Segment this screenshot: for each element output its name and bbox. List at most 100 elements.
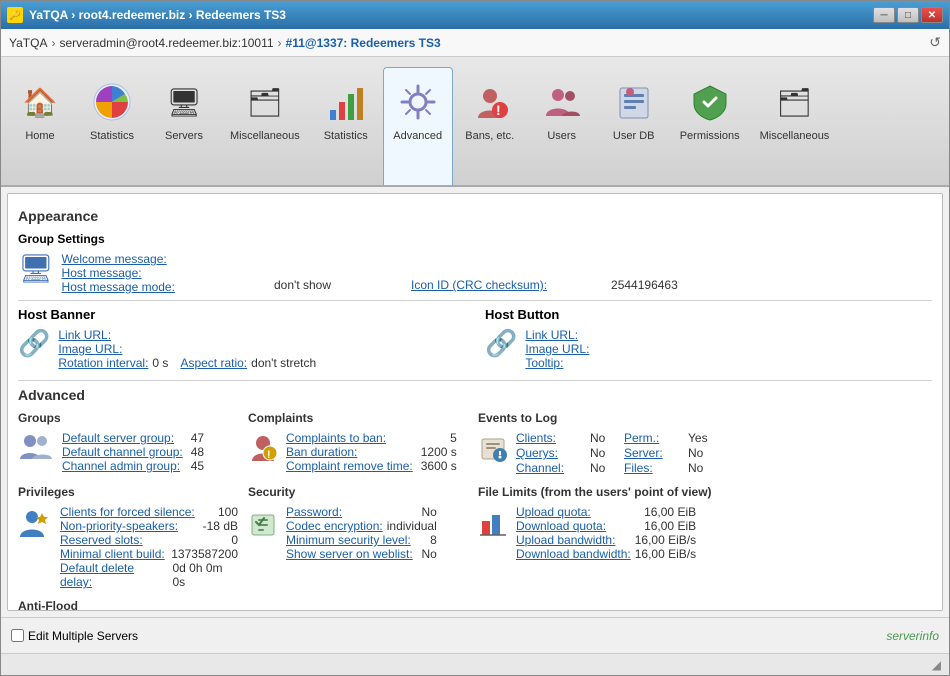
upload-bandwidth-row: Upload bandwidth: 16,00 EiB/s bbox=[516, 533, 696, 547]
button-link-url[interactable]: Link URL: bbox=[525, 328, 578, 342]
perm-value: Yes bbox=[688, 431, 718, 445]
upload-bandwidth-label[interactable]: Upload bandwidth: bbox=[516, 533, 615, 547]
minimal-build-value: 1373587200 bbox=[171, 547, 238, 561]
forced-silence-label[interactable]: Clients for forced silence: bbox=[60, 505, 195, 519]
addr-right: ↺ bbox=[929, 34, 941, 51]
ban-duration-label[interactable]: Ban duration: bbox=[286, 445, 357, 459]
host-message-link[interactable]: Host message: bbox=[62, 266, 142, 280]
default-channel-group-label[interactable]: Default channel group: bbox=[62, 445, 183, 459]
default-server-group-value: 47 bbox=[191, 431, 204, 445]
querys-label[interactable]: Querys: bbox=[516, 446, 586, 460]
anti-flood-title: Anti-Flood bbox=[18, 599, 238, 611]
toolbar-btn-misc2[interactable]: 🗂 Miscellaneous bbox=[751, 67, 839, 185]
button-tooltip[interactable]: Tooltip: bbox=[525, 356, 563, 370]
toolbar-btn-userdb[interactable]: User DB bbox=[599, 67, 669, 185]
addr-nav-icon[interactable]: ↺ bbox=[929, 34, 941, 50]
toolbar-btn-misc1[interactable]: 🗂 Miscellaneous bbox=[221, 67, 309, 185]
upload-bandwidth-value: 16,00 EiB/s bbox=[635, 533, 696, 547]
icon-id-label[interactable]: Icon ID (CRC checksum): bbox=[411, 278, 547, 292]
toolbar-statistics1-label: Statistics bbox=[90, 130, 134, 143]
default-server-group-label[interactable]: Default server group: bbox=[62, 431, 174, 445]
banner-icon: 🔗 bbox=[18, 328, 50, 370]
codec-label[interactable]: Codec encryption: bbox=[286, 519, 383, 533]
statistics1-icon bbox=[88, 78, 136, 126]
button-image-url[interactable]: Image URL: bbox=[525, 342, 589, 356]
banner-rotation-link[interactable]: Rotation interval: bbox=[58, 356, 148, 370]
banner-image-url[interactable]: Image URL: bbox=[58, 342, 122, 356]
events-rows: Clients: No Perm.: Yes Querys: No Server… bbox=[516, 431, 718, 475]
groups-title: Groups bbox=[18, 411, 238, 425]
security-level-label[interactable]: Minimum security level: bbox=[286, 533, 411, 547]
advanced-row1: Groups bbox=[18, 411, 932, 475]
monitor-icon: 🖥 bbox=[18, 252, 54, 285]
toolbar-btn-advanced[interactable]: Advanced bbox=[383, 67, 453, 185]
weblist-label[interactable]: Show server on weblist: bbox=[286, 547, 413, 561]
users-icon bbox=[538, 78, 586, 126]
toolbar-userdb-label: User DB bbox=[613, 130, 655, 143]
group-settings-links: Welcome message: Host message: Host mess… bbox=[62, 252, 175, 294]
non-priority-value: -18 dB bbox=[203, 519, 238, 533]
advanced-title: Advanced bbox=[18, 387, 932, 403]
title-bar: 🔑 YaTQA › root4.redeemer.biz › Redeemers… bbox=[1, 1, 949, 29]
delete-delay-label[interactable]: Default delete delay: bbox=[60, 561, 169, 589]
delete-delay-value: 0d 0h 0m 0s bbox=[173, 561, 239, 589]
download-bandwidth-label[interactable]: Download bandwidth: bbox=[516, 547, 631, 561]
minimize-button[interactable]: ─ bbox=[873, 7, 895, 23]
addr-sep2: › bbox=[278, 36, 282, 50]
channel-admin-group-label[interactable]: Channel admin group: bbox=[62, 459, 180, 473]
banner-link-url[interactable]: Link URL: bbox=[58, 328, 111, 342]
groups-links: Default server group: 47 Default channel… bbox=[62, 431, 204, 474]
minimal-build-label[interactable]: Minimal client build: bbox=[60, 547, 165, 561]
upload-quota-row: Upload quota: 16,00 EiB bbox=[516, 505, 696, 519]
download-quota-label[interactable]: Download quota: bbox=[516, 519, 606, 533]
host-banner-content: 🔗 Link URL: Image URL: Rotation interval… bbox=[18, 328, 465, 370]
main-window: 🔑 YaTQA › root4.redeemer.biz › Redeemers… bbox=[0, 0, 950, 676]
welcome-message-link[interactable]: Welcome message: bbox=[62, 252, 167, 266]
banner-aspect-link[interactable]: Aspect ratio: bbox=[180, 356, 247, 370]
files-label[interactable]: Files: bbox=[624, 461, 684, 475]
weblist-value: No bbox=[421, 547, 436, 561]
toolbar-btn-permissions[interactable]: Permissions bbox=[671, 67, 749, 185]
advanced-section: Advanced Groups bbox=[18, 387, 932, 611]
host-message-mode-link[interactable]: Host message mode: bbox=[62, 280, 175, 294]
addr-seg3: #11@1337: Redeemers TS3 bbox=[286, 36, 441, 50]
groups-icon bbox=[18, 431, 54, 474]
complaint-remove-label[interactable]: Complaint remove time: bbox=[286, 459, 413, 473]
ban-duration-row: Ban duration: 1200 s bbox=[286, 445, 457, 459]
resize-icon: ◢ bbox=[932, 658, 941, 672]
advanced-row2: Privileges Clien bbox=[18, 485, 932, 589]
codec-row: Codec encryption: individual bbox=[286, 519, 437, 533]
upload-quota-label[interactable]: Upload quota: bbox=[516, 505, 591, 519]
complaints-to-ban-label[interactable]: Complaints to ban: bbox=[286, 431, 386, 445]
toolbar-btn-bans[interactable]: ! Bans, etc. bbox=[455, 67, 525, 185]
edit-multiple-label[interactable]: Edit Multiple Servers bbox=[11, 629, 138, 643]
edit-multiple-checkbox[interactable] bbox=[11, 629, 24, 642]
maximize-button[interactable]: □ bbox=[897, 7, 919, 23]
channel-label[interactable]: Channel: bbox=[516, 461, 586, 475]
perm-label[interactable]: Perm.: bbox=[624, 431, 684, 445]
groups-block: Groups bbox=[18, 411, 238, 475]
ban-duration-value: 1200 s bbox=[421, 445, 457, 459]
toolbar-btn-servers[interactable]: 🖥 Servers bbox=[149, 67, 219, 185]
group-settings-content: 🖥 Welcome message: Host message: Host me… bbox=[18, 252, 258, 294]
security-title: Security bbox=[248, 485, 468, 499]
toolbar-btn-statistics1[interactable]: Statistics bbox=[77, 67, 147, 185]
toolbar-btn-home[interactable]: 🏠 Home bbox=[5, 67, 75, 185]
toolbar-btn-statistics2[interactable]: Statistics bbox=[311, 67, 381, 185]
toolbar-btn-users[interactable]: Users bbox=[527, 67, 597, 185]
delete-delay-row: Default delete delay: 0d 0h 0m 0s bbox=[60, 561, 238, 589]
non-priority-row: Non-priority-speakers: -18 dB bbox=[60, 519, 238, 533]
group-settings-title: Group Settings bbox=[18, 232, 258, 246]
toolbar: 🏠 Home Statistics 🖥 Servers 🗂 Miscellane… bbox=[1, 57, 949, 187]
password-label[interactable]: Password: bbox=[286, 505, 342, 519]
clients-label[interactable]: Clients: bbox=[516, 431, 586, 445]
complaint-remove-value: 3600 s bbox=[421, 459, 457, 473]
reserved-slots-label[interactable]: Reserved slots: bbox=[60, 533, 143, 547]
close-button[interactable]: ✕ bbox=[921, 7, 943, 23]
non-priority-label[interactable]: Non-priority-speakers: bbox=[60, 519, 178, 533]
privileges-icon bbox=[18, 505, 52, 589]
group-settings: Group Settings 🖥 Welcome message: Host m… bbox=[18, 232, 258, 294]
bans-icon: ! bbox=[466, 78, 514, 126]
title-buttons: ─ □ ✕ bbox=[873, 7, 943, 23]
server-label[interactable]: Server: bbox=[624, 446, 684, 460]
